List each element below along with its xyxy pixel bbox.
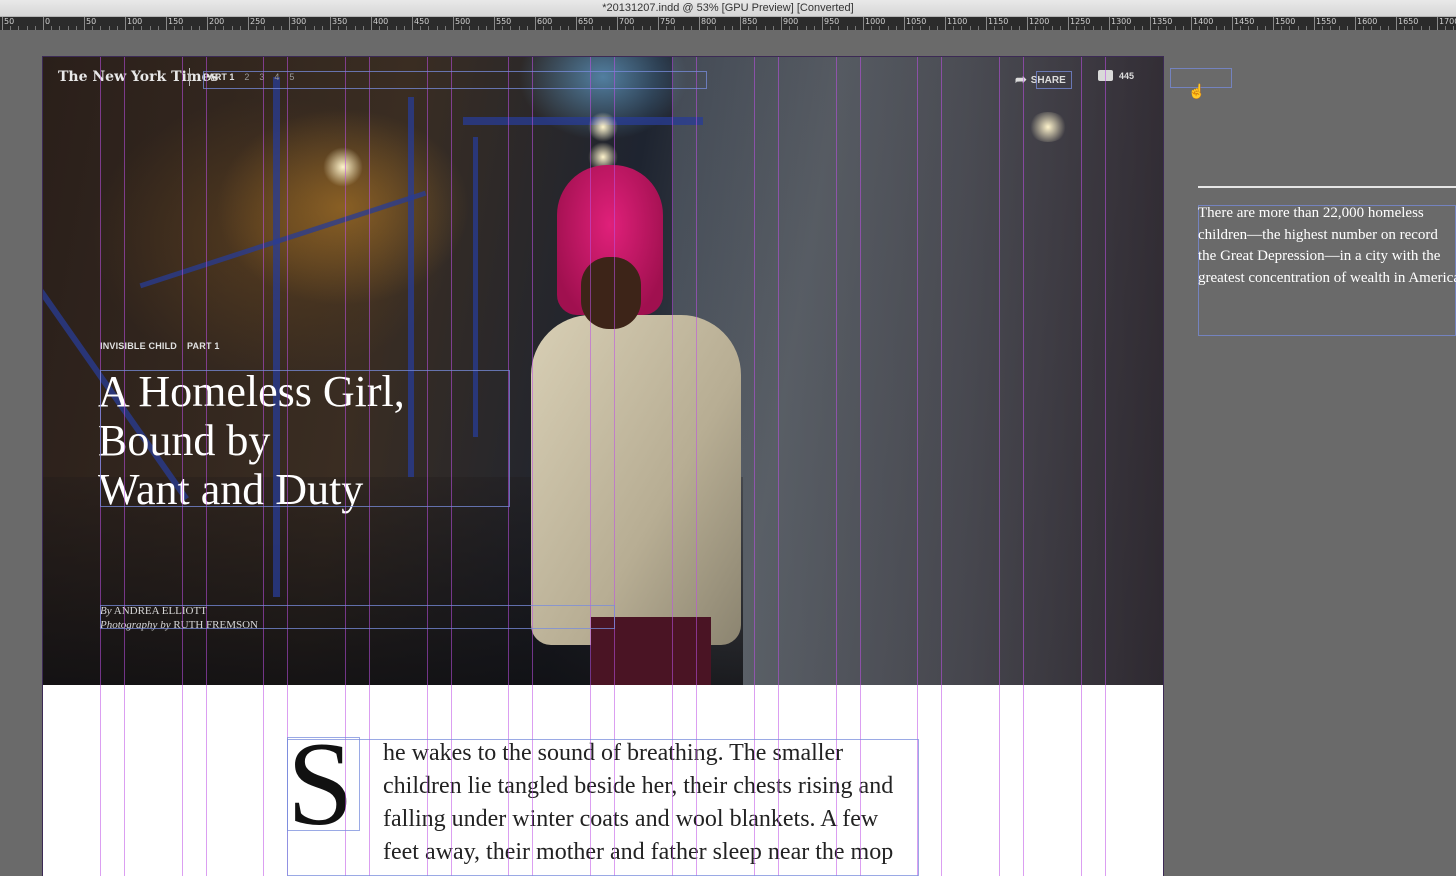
horizontal-ruler[interactable]: 50 0 50 100 150 200 250 300 350 400 450 500 550 600 65… (0, 17, 1456, 30)
column-guide (427, 57, 428, 876)
window-title: *20131207.indd @ 53% [GPU Preview] [Conv… (602, 2, 854, 14)
ruler-label: 1050 (906, 17, 927, 26)
column-guide (451, 57, 452, 876)
part-nav-item[interactable]: 2 (244, 72, 249, 82)
ruler-label: 1500 (1275, 17, 1296, 26)
body-line: he wakes to the sound of breathing. The … (383, 740, 844, 766)
street-lamp (1028, 112, 1068, 142)
ruler-label: 1300 (1111, 17, 1132, 26)
share-arrow-icon: ➦ (1015, 71, 1027, 87)
photo-credit: RUTH FREMSON (173, 619, 258, 631)
column-guide (182, 57, 183, 876)
column-guide (778, 57, 779, 876)
ruler-label: 1400 (1193, 17, 1214, 26)
hero-photo[interactable]: The New York Times PART 12345 ➦ SHARE 445… (43, 57, 1163, 685)
headline-line: A Homeless Girl, (98, 367, 405, 416)
column-guide (614, 57, 615, 876)
ruler-label: 1250 (1070, 17, 1091, 26)
article-kicker: INVISIBLE CHILD PART 1 (100, 341, 220, 351)
column-guide (917, 57, 918, 876)
masthead-divider (189, 68, 190, 86)
column-guide (754, 57, 755, 876)
photo-credit-prefix: Photography by (100, 619, 171, 631)
document-page[interactable]: The New York Times PART 12345 ➦ SHARE 445… (43, 57, 1163, 876)
column-guide (672, 57, 673, 876)
part-navigation: PART 12345 (203, 72, 304, 82)
ruler-label: 1550 (1316, 17, 1337, 26)
kicker-part: PART 1 (187, 341, 220, 351)
ruler-label: 1650 (1398, 17, 1419, 26)
pullquote-line: children—the highest number on record (1198, 226, 1438, 243)
column-guide (263, 57, 264, 876)
column-guide (287, 57, 288, 876)
article-headline[interactable]: A Homeless Girl, Bound by Want and Duty (98, 367, 498, 514)
hero-photo-wall (673, 57, 1163, 685)
pasteboard-pullquote[interactable]: There are more than 22,000 homeless chil… (1198, 203, 1456, 289)
nyt-logo[interactable]: The New York Times (58, 69, 218, 85)
column-guide (508, 57, 509, 876)
column-guide (860, 57, 861, 876)
column-guide (1105, 57, 1106, 876)
drop-cap[interactable]: S (287, 724, 354, 844)
column-guide (1023, 57, 1024, 876)
part-nav-item[interactable]: 5 (289, 72, 294, 82)
kicker-series: INVISIBLE CHILD (100, 341, 178, 351)
girl-legs (591, 617, 711, 685)
column-guide (345, 57, 346, 876)
column-guide (696, 57, 697, 876)
share-label: SHARE (1030, 75, 1066, 86)
ruler-label: 50 (86, 17, 97, 26)
hand-cursor-icon: ☝ (1188, 83, 1206, 99)
article-body[interactable]: he wakes to the sound of breathing. The … (383, 737, 923, 869)
pullquote-line: the Great Depression—in a city with the (1198, 248, 1441, 264)
headline-line: Want and Duty (98, 465, 364, 514)
column-guide (532, 57, 533, 876)
column-guide (124, 57, 125, 876)
body-line: feet away, their mother and father sleep… (383, 839, 894, 865)
ruler-label: 1200 (1029, 17, 1050, 26)
body-line: children lie tangled beside her, their c… (383, 773, 894, 799)
pullquote-line: greatest concentration of wealth in Amer… (1198, 269, 1456, 286)
column-guide (941, 57, 942, 876)
part-nav-current[interactable]: PART 1 (203, 72, 234, 82)
byline-prefix: By (100, 605, 112, 617)
column-guide (999, 57, 1000, 876)
column-guide (206, 57, 207, 876)
scaffold-beam (273, 77, 280, 597)
ruler-label: 1450 (1234, 17, 1255, 26)
comment-count: 445 (1119, 71, 1135, 81)
ruler-label: 1600 (1357, 17, 1378, 26)
girl-coat (531, 315, 741, 645)
ruler-label: 50 (4, 17, 15, 26)
column-guide (836, 57, 837, 876)
ruler-label: 0 (45, 17, 51, 26)
scaffold-beam (463, 117, 703, 125)
headline-line: Bound by (98, 416, 271, 465)
street-lamp (323, 147, 363, 187)
comments-button[interactable]: 445 (1098, 70, 1134, 81)
ruler-label: 1000 (865, 17, 886, 26)
part-nav-item[interactable]: 4 (274, 72, 279, 82)
ruler-label: 1350 (1152, 17, 1173, 26)
column-guide (369, 57, 370, 876)
ruler-label: 1150 (988, 17, 1009, 26)
body-line: falling under winter coats and wool blan… (383, 806, 879, 832)
column-guide (590, 57, 591, 876)
column-guide (1081, 57, 1082, 876)
pasteboard-rule (1198, 186, 1456, 188)
byline-author: ANDREA ELLIOTT (113, 605, 207, 617)
window-title-bar: *20131207.indd @ 53% [GPU Preview] [Conv… (0, 0, 1456, 17)
pullquote-line: There are more than 22,000 homeless (1198, 205, 1424, 221)
ruler-label: 1100 (947, 17, 968, 26)
column-guide (100, 57, 101, 876)
